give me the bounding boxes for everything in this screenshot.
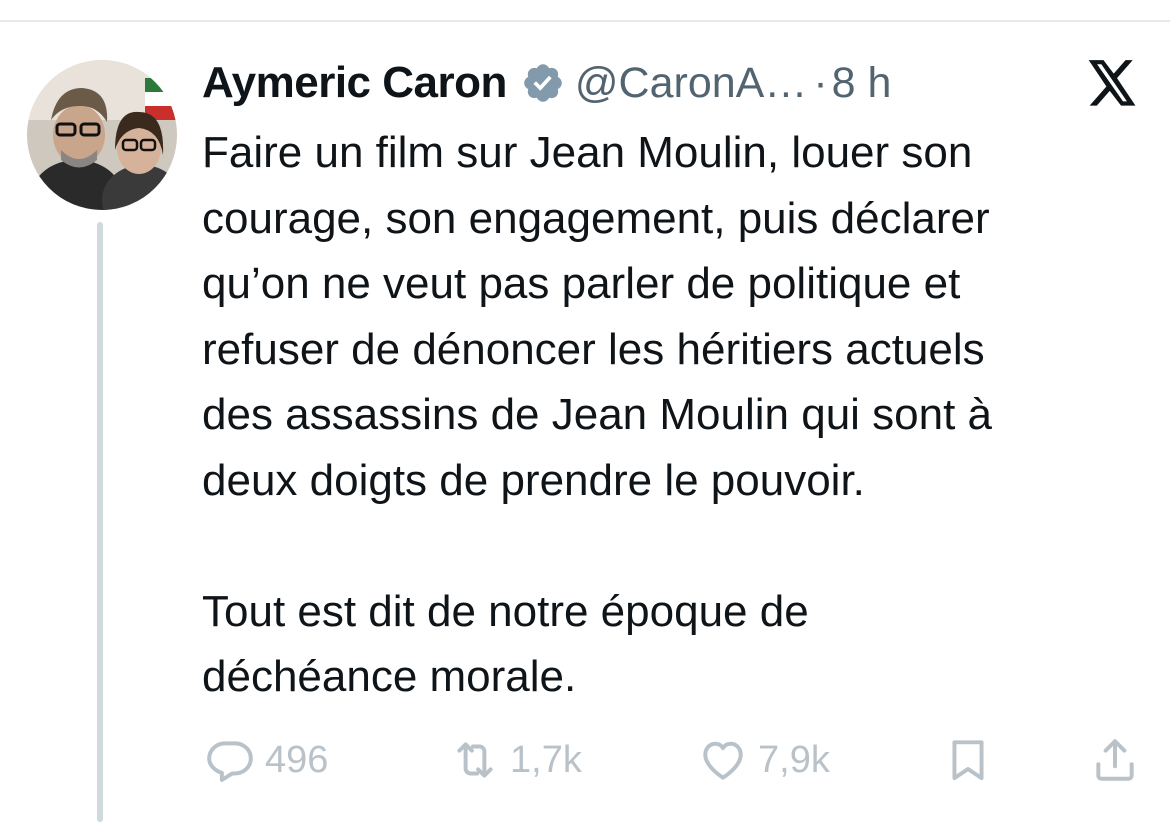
reply-icon [207, 741, 253, 782]
like-count: 7,9k [758, 738, 830, 781]
bookmark-icon [952, 740, 984, 781]
bookmark-button[interactable] [943, 730, 993, 790]
repost-button[interactable]: 1,7k [450, 730, 582, 790]
verified-badge-icon [521, 61, 565, 105]
top-divider [0, 20, 1170, 22]
avatar-photo [27, 60, 177, 210]
share-button[interactable] [1090, 730, 1140, 790]
x-logo-icon [1086, 60, 1138, 108]
share-icon [1096, 739, 1134, 781]
like-button[interactable]: 7,9k [698, 730, 830, 790]
repost-count: 1,7k [510, 738, 582, 781]
tweet-text: Faire un film sur Jean Moulin, louer son… [202, 128, 993, 701]
tweet-header: Aymeric Caron @CaronA… · 8 h [202, 52, 891, 114]
repost-icon [457, 742, 493, 778]
separator-dot: · [813, 58, 828, 107]
display-name[interactable]: Aymeric Caron [202, 58, 507, 108]
reply-count: 496 [265, 738, 329, 781]
author-handle[interactable]: @CaronA… [575, 59, 807, 108]
like-icon [703, 741, 743, 780]
reply-button[interactable]: 496 [205, 730, 328, 790]
avatar[interactable] [27, 60, 177, 210]
tweet-time[interactable]: 8 h [832, 59, 892, 108]
action-bar: 496 1,7k 7,9k [0, 730, 1170, 790]
